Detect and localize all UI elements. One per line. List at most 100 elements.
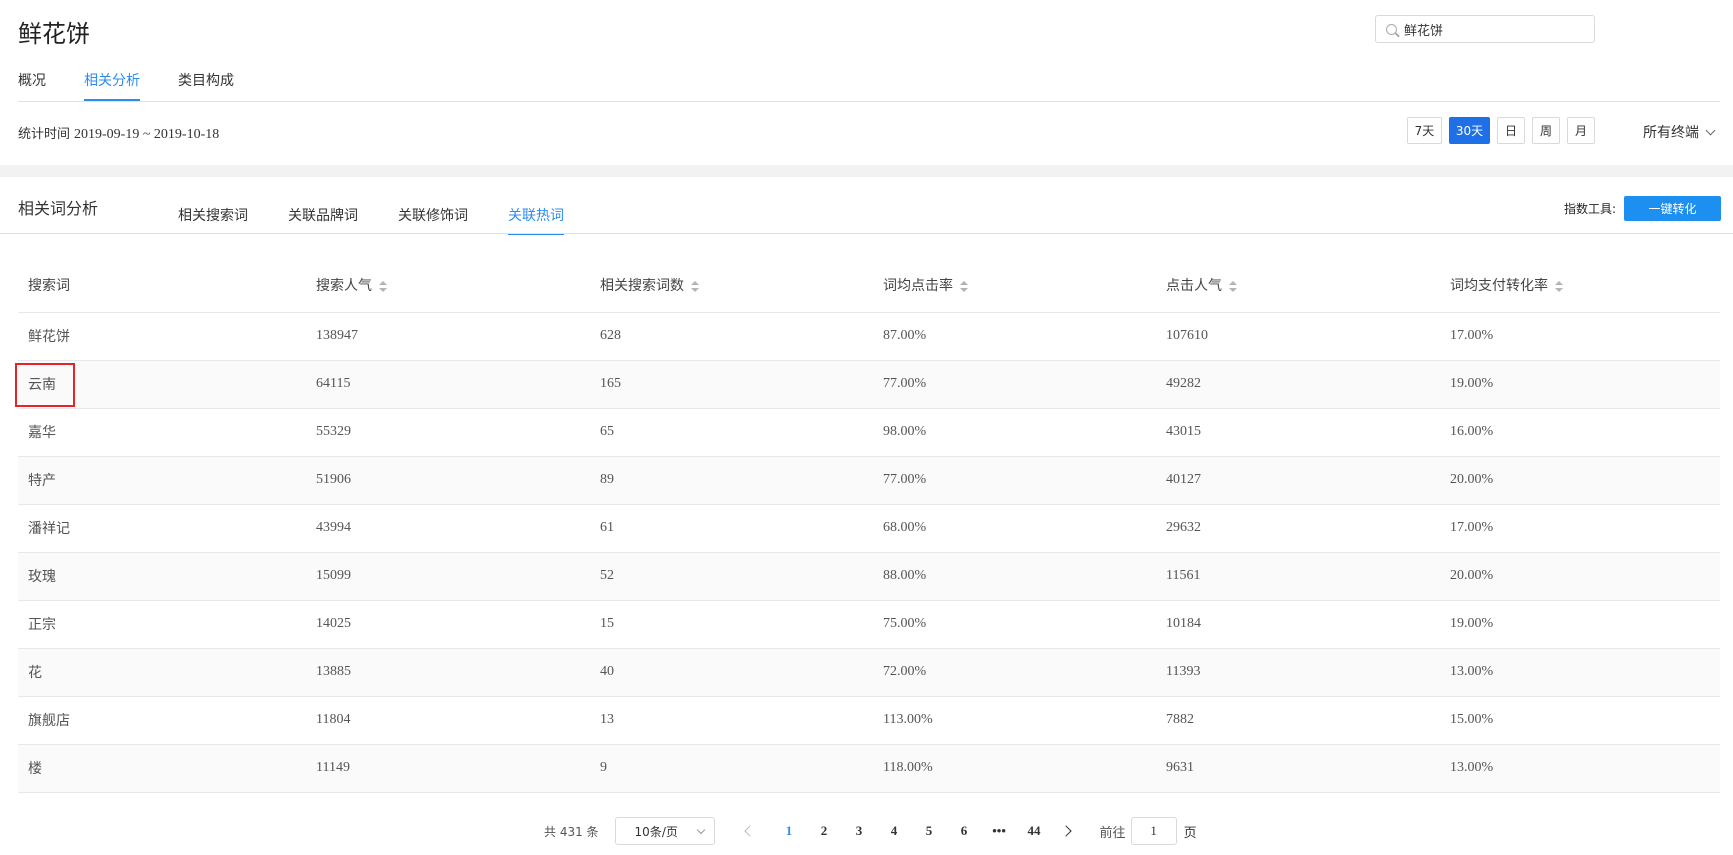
pagination: 共 431 条 10条/页 1 2 3 4 5 6 ••• 44 前往 页 — [544, 816, 1197, 846]
search-icon — [1386, 23, 1397, 35]
cell-search-popularity: 138947 — [306, 312, 590, 361]
cell-avg-conversion-rate: 17.00% — [1440, 312, 1720, 361]
goto-page-input[interactable] — [1130, 817, 1177, 845]
tab-related-search-words[interactable]: 相关搜索词 — [178, 205, 248, 235]
one-click-convert-button[interactable]: 一键转化 — [1624, 196, 1721, 221]
page-size-select[interactable]: 10条/页 — [614, 817, 715, 845]
cell-avg-click-rate: 75.00% — [873, 600, 1156, 649]
tab-related-brand-words[interactable]: 关联品牌词 — [288, 205, 358, 235]
terminal-label: 所有终端 — [1643, 125, 1699, 141]
cell-avg-conversion-rate: 13.00% — [1440, 648, 1720, 697]
column-header-related-word-count[interactable]: 相关搜索词数 — [590, 259, 873, 313]
cell-search-word: 正宗 — [18, 600, 306, 649]
cell-search-word: 楼 — [18, 744, 306, 793]
cell-avg-click-rate: 68.00% — [873, 504, 1156, 553]
chevron-down-icon — [1705, 125, 1716, 135]
search-input[interactable] — [1404, 21, 1584, 37]
cell-avg-conversion-rate: 15.00% — [1440, 696, 1720, 745]
period-day-button[interactable]: 日 — [1497, 117, 1525, 144]
period-week-button[interactable]: 周 — [1532, 117, 1560, 144]
table-row: 正宗 14025 15 75.00% 10184 19.00% — [18, 600, 1720, 649]
cell-search-word: 花 — [18, 648, 306, 697]
cell-avg-click-rate: 118.00% — [873, 744, 1156, 793]
cell-avg-click-rate: 88.00% — [873, 552, 1156, 601]
goto-label: 前往 — [1099, 825, 1126, 841]
cell-avg-click-rate: 77.00% — [873, 360, 1156, 409]
column-header-label: 相关搜索词数 — [600, 278, 684, 295]
section-tabs: 相关搜索词 关联品牌词 关联修饰词 关联热词 — [178, 205, 604, 235]
column-header-label: 点击人气 — [1166, 278, 1222, 295]
page-title: 鲜花饼 — [18, 20, 90, 48]
goto-suffix: 页 — [1183, 825, 1197, 841]
page-button-6[interactable]: 6 — [947, 823, 982, 839]
tab-category-composition[interactable]: 类目构成 — [178, 70, 234, 101]
tab-related-hot-words[interactable]: 关联热词 — [508, 205, 564, 235]
cell-click-popularity: 43015 — [1156, 408, 1440, 457]
sort-icon[interactable] — [1555, 280, 1563, 292]
page-button-4[interactable]: 4 — [877, 823, 912, 839]
top-tabs: 概况 相关分析 类目构成 — [18, 70, 272, 101]
column-header-label: 搜索人气 — [316, 278, 372, 295]
page-button-2[interactable]: 2 — [807, 823, 842, 839]
column-header-avg-click-rate[interactable]: 词均点击率 — [873, 259, 1156, 313]
cell-related-word-count: 61 — [590, 504, 873, 553]
search-box[interactable] — [1375, 15, 1595, 43]
cell-search-word: 鲜花饼 — [18, 312, 306, 361]
chevron-down-icon — [696, 825, 705, 835]
pagination-total: 共 431 条 — [544, 824, 599, 839]
stat-period-range: 2019-09-19 ~ 2019-10-18 — [74, 127, 220, 142]
page-button-5[interactable]: 5 — [912, 823, 947, 839]
period-month-button[interactable]: 月 — [1567, 117, 1595, 144]
next-page-icon[interactable] — [1059, 825, 1072, 837]
sort-icon[interactable] — [1229, 280, 1237, 292]
table-row: 鲜花饼 138947 628 87.00% 107610 17.00% — [18, 312, 1720, 361]
cell-related-word-count: 13 — [590, 696, 873, 745]
table-body: 鲜花饼 138947 628 87.00% 107610 17.00% 云南 64115 165… — [18, 312, 1720, 793]
table-row: 潘祥记 43994 61 68.00% 29632 17.00% — [18, 504, 1720, 553]
cell-click-popularity: 107610 — [1156, 312, 1440, 361]
tab-overview[interactable]: 概况 — [18, 70, 46, 101]
related-words-table: 搜索词 搜索人气 相关搜索词数 词均点击率 点击人气 词均支付转化率 鲜花饼 13… — [18, 259, 1720, 793]
section-tabs-divider — [0, 233, 1733, 234]
table-row: 楼 11149 9 118.00% 9631 13.00% — [18, 744, 1720, 793]
cell-search-popularity: 13885 — [306, 648, 590, 697]
stat-period: 统计时间 2019-09-19 ~ 2019-10-18 — [18, 123, 219, 143]
cell-click-popularity: 29632 — [1156, 504, 1440, 553]
page-button-1[interactable]: 1 — [772, 823, 807, 839]
cell-related-word-count: 15 — [590, 600, 873, 649]
sort-icon[interactable] — [691, 280, 699, 292]
table-row: 特产 51906 89 77.00% 40127 20.00% — [18, 456, 1720, 505]
page-ellipsis[interactable]: ••• — [982, 823, 1017, 839]
page-button-3[interactable]: 3 — [842, 823, 877, 839]
table-row: 旗舰店 11804 13 113.00% 7882 15.00% — [18, 696, 1720, 745]
page-button-last[interactable]: 44 — [1017, 823, 1052, 839]
cell-search-word: 云南 — [18, 360, 306, 409]
tab-related-modifier-words[interactable]: 关联修饰词 — [398, 205, 468, 235]
prev-page-icon[interactable] — [743, 825, 756, 837]
sort-icon[interactable] — [379, 280, 387, 292]
cell-search-word: 旗舰店 — [18, 696, 306, 745]
cell-click-popularity: 7882 — [1156, 696, 1440, 745]
terminal-dropdown[interactable]: 所有终端 — [1643, 122, 1716, 142]
column-header-search-popularity[interactable]: 搜索人气 — [306, 259, 590, 313]
cell-avg-conversion-rate: 13.00% — [1440, 744, 1720, 793]
column-header-avg-conversion-rate[interactable]: 词均支付转化率 — [1440, 259, 1720, 313]
cell-click-popularity: 10184 — [1156, 600, 1440, 649]
sort-icon[interactable] — [960, 280, 968, 292]
tab-related-analysis[interactable]: 相关分析 — [84, 70, 140, 101]
cell-avg-conversion-rate: 16.00% — [1440, 408, 1720, 457]
table-row: 云南 64115 165 77.00% 49282 19.00% — [18, 360, 1720, 409]
cell-related-word-count: 9 — [590, 744, 873, 793]
cell-related-word-count: 628 — [590, 312, 873, 361]
period-30-days-button[interactable]: 30天 — [1449, 117, 1490, 144]
cell-related-word-count: 40 — [590, 648, 873, 697]
cell-avg-conversion-rate: 19.00% — [1440, 360, 1720, 409]
period-7-days-button[interactable]: 7天 — [1407, 117, 1442, 144]
cell-search-popularity: 11804 — [306, 696, 590, 745]
cell-search-word: 玫瑰 — [18, 552, 306, 601]
stat-period-label: 统计时间 — [18, 127, 71, 142]
column-header-click-popularity[interactable]: 点击人气 — [1156, 259, 1440, 313]
cell-related-word-count: 89 — [590, 456, 873, 505]
cell-search-popularity: 51906 — [306, 456, 590, 505]
cell-search-popularity: 11149 — [306, 744, 590, 793]
